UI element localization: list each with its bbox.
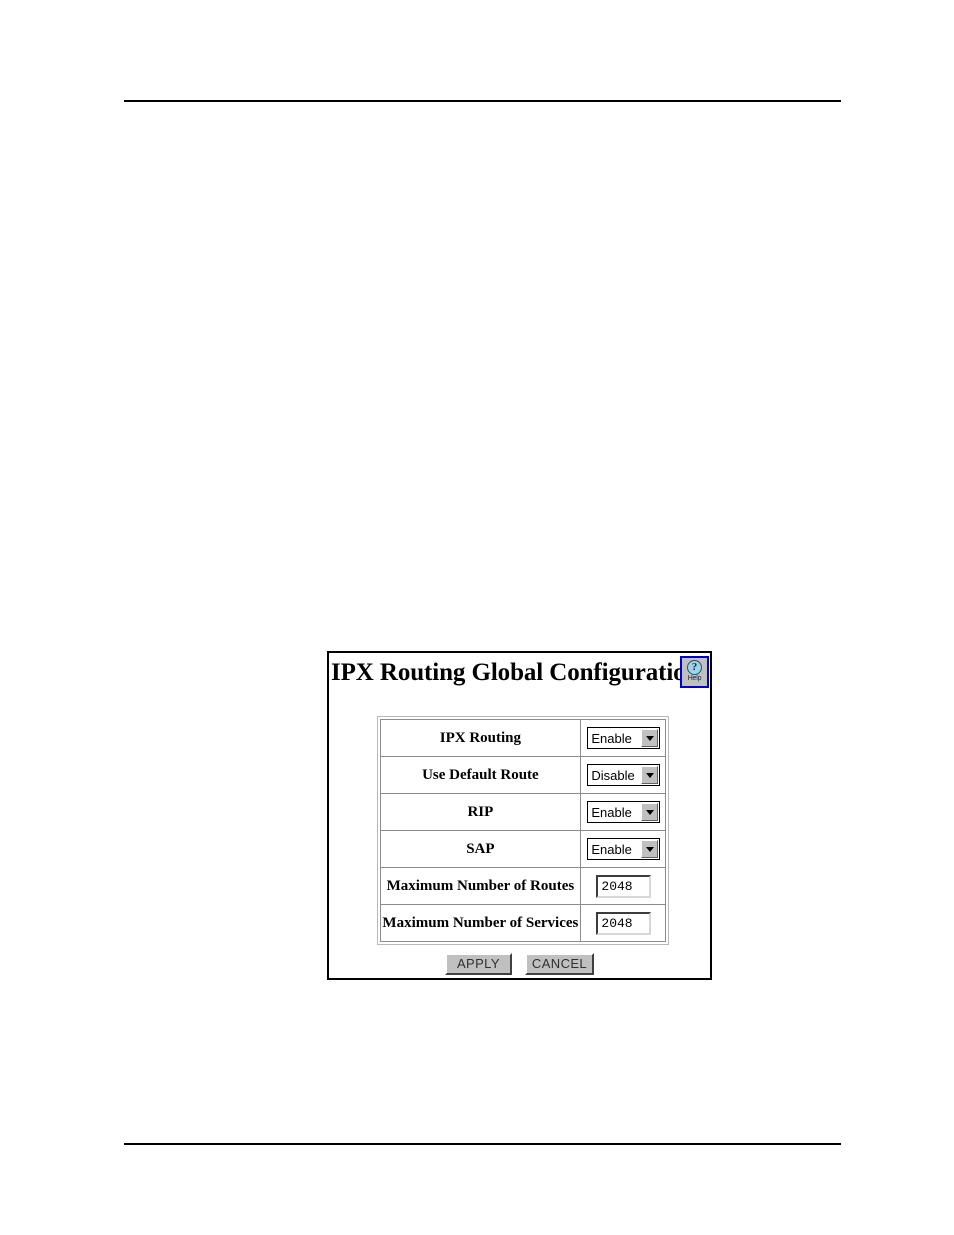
rip-select-value: Enable	[591, 804, 632, 820]
maximum-number-of-services-input[interactable]: 2048	[596, 911, 652, 935]
chevron-down-icon[interactable]	[641, 803, 659, 821]
chevron-down-icon[interactable]	[641, 840, 659, 858]
row-label-sap: SAP	[380, 830, 581, 868]
footer-rule	[124, 1143, 841, 1145]
row-label-ipx-routing: IPX Routing	[380, 719, 581, 757]
document-page: IPX Routing Global Configuration ? Help …	[0, 0, 954, 1235]
chevron-down-icon[interactable]	[641, 766, 659, 784]
row-value-sap: Enable	[579, 830, 667, 868]
sap-select[interactable]: Enable	[587, 838, 661, 860]
row-label-rip: RIP	[380, 793, 581, 831]
panel-header: IPX Routing Global Configuration ? Help	[329, 653, 710, 697]
row-label-maximum-number-of-routes: Maximum Number of Routes	[380, 867, 581, 905]
apply-button[interactable]: APPLY	[444, 953, 512, 975]
row-label-maximum-number-of-services: Maximum Number of Services	[380, 904, 581, 942]
panel-actions: APPLY CANCEL	[329, 953, 710, 975]
row-value-use-default-route: Disable	[579, 756, 667, 794]
table-row: IPX Routing Enable	[380, 719, 667, 757]
table-row: Maximum Number of Routes 2048	[380, 867, 667, 905]
help-button[interactable]: ? Help	[680, 656, 709, 688]
maximum-number-of-routes-input[interactable]: 2048	[596, 874, 652, 898]
question-mark-icon: ?	[687, 660, 702, 675]
ipx-routing-global-configuration-panel: IPX Routing Global Configuration ? Help …	[327, 651, 712, 980]
use-default-route-select[interactable]: Disable	[587, 764, 661, 786]
row-label-use-default-route: Use Default Route	[380, 756, 581, 794]
cancel-button[interactable]: CANCEL	[524, 953, 595, 975]
row-value-maximum-number-of-services: 2048	[579, 904, 667, 942]
question-mark-glyph: ?	[691, 661, 698, 673]
help-button-label: Help	[687, 675, 702, 682]
table-row: RIP Enable	[380, 793, 667, 831]
row-value-rip: Enable	[579, 793, 667, 831]
table-row: Maximum Number of Services 2048	[380, 904, 667, 942]
row-value-maximum-number-of-routes: 2048	[579, 867, 667, 905]
ipx-routing-select-value: Enable	[591, 730, 632, 746]
ipx-routing-select[interactable]: Enable	[587, 727, 661, 749]
table-row: SAP Enable	[380, 830, 667, 868]
row-value-ipx-routing: Enable	[579, 719, 667, 757]
chevron-down-icon[interactable]	[641, 729, 659, 747]
header-rule	[124, 100, 841, 102]
rip-select[interactable]: Enable	[587, 801, 661, 823]
table-row: Use Default Route Disable	[380, 756, 667, 794]
use-default-route-select-value: Disable	[591, 767, 635, 783]
sap-select-value: Enable	[591, 841, 632, 857]
page-title: IPX Routing Global Configuration	[331, 659, 700, 686]
settings-table: IPX Routing Enable Use Default Route Dis…	[377, 716, 669, 945]
